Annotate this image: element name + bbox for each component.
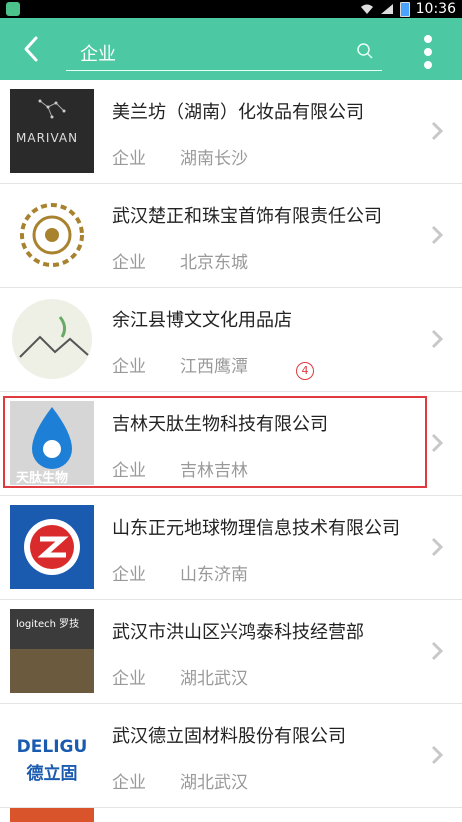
company-location: 江西鹰潭 xyxy=(180,357,248,377)
company-name: 武汉市洪山区兴鸿泰科技经营部 xyxy=(112,622,364,643)
logo-text-cn: 德立固 xyxy=(26,764,78,784)
chevron-right-icon xyxy=(431,329,444,349)
chevron-right-icon xyxy=(431,121,444,141)
company-location: 北京东城 xyxy=(180,253,248,273)
company-name: 余江县博文文化用品店 xyxy=(112,310,292,331)
logo-text: MARIVAN xyxy=(16,131,79,145)
chevron-right-icon xyxy=(431,641,444,661)
company-logo: MARIVAN xyxy=(10,89,94,173)
signal-icon xyxy=(380,4,393,14)
search-icon[interactable] xyxy=(356,42,374,60)
battery-icon xyxy=(399,1,410,17)
company-name: 美兰坊（湖南）化妆品有限公司 xyxy=(112,102,364,123)
mandala-icon xyxy=(20,203,84,267)
status-time: 10:36 xyxy=(415,1,456,17)
selection-highlight-box xyxy=(3,396,427,488)
company-logo xyxy=(10,297,94,381)
company-name: 山东正元地球物理信息技术有限公司 xyxy=(112,518,400,539)
annotation-marker: 4 xyxy=(296,362,314,380)
search-query: 企业 xyxy=(80,44,116,65)
list-item[interactable]: 武汉楚正和珠宝首饰有限责任公司 企业 北京东城 xyxy=(0,184,462,288)
chevron-right-icon xyxy=(431,433,444,453)
painting-icon xyxy=(12,299,92,379)
status-bar: 10:36 xyxy=(0,0,462,18)
company-type: 企业 xyxy=(112,149,146,169)
list-item[interactable]: 山东正元地球物理信息技术有限公司 企业 山东济南 xyxy=(0,496,462,600)
wifi-icon xyxy=(360,4,373,14)
company-logo: DELIGU 德立固 xyxy=(10,713,94,797)
company-type: 企业 xyxy=(112,253,146,273)
search-input[interactable]: 企业 xyxy=(66,32,382,71)
company-location: 湖北武汉 xyxy=(180,669,248,689)
list-item[interactable]: logitech 罗技 武汉市洪山区兴鸿泰科技经营部 企业 湖北武汉 xyxy=(0,600,462,704)
company-location: 山东济南 xyxy=(180,565,248,585)
company-type: 企业 xyxy=(112,357,146,377)
chevron-right-icon xyxy=(431,537,444,557)
company-logo xyxy=(10,505,94,589)
search-toolbar: 企业 xyxy=(0,18,462,80)
company-name: 武汉楚正和珠宝首饰有限责任公司 xyxy=(112,206,382,227)
chevron-right-icon xyxy=(431,225,444,245)
company-type: 企业 xyxy=(112,773,146,793)
emblem-icon xyxy=(24,519,80,575)
company-type: 企业 xyxy=(112,669,146,689)
logo-text: DELIGU xyxy=(16,737,88,757)
company-type: 企业 xyxy=(112,565,146,585)
more-options-icon[interactable] xyxy=(416,32,440,72)
company-name: 武汉德立固材料股份有限公司 xyxy=(112,726,346,747)
company-logo: logitech 罗技 xyxy=(10,609,94,693)
back-arrow-icon[interactable] xyxy=(18,34,46,64)
company-location: 湖北武汉 xyxy=(180,773,248,793)
chevron-right-icon xyxy=(431,745,444,765)
list-item[interactable]: MARIVAN 美兰坊（湖南）化妆品有限公司 企业 湖南长沙 xyxy=(0,80,462,184)
list-item[interactable]: 余江县博文文化用品店 企业 江西鹰潭 xyxy=(0,288,462,392)
app-notification-icon xyxy=(6,2,20,16)
logo-text: logitech 罗技 xyxy=(16,619,80,630)
next-item-logo-partial xyxy=(10,808,94,822)
company-location: 湖南长沙 xyxy=(180,149,248,169)
list-item[interactable]: DELIGU 德立固 武汉德立固材料股份有限公司 企业 湖北武汉 xyxy=(0,704,462,808)
company-logo xyxy=(10,193,94,277)
